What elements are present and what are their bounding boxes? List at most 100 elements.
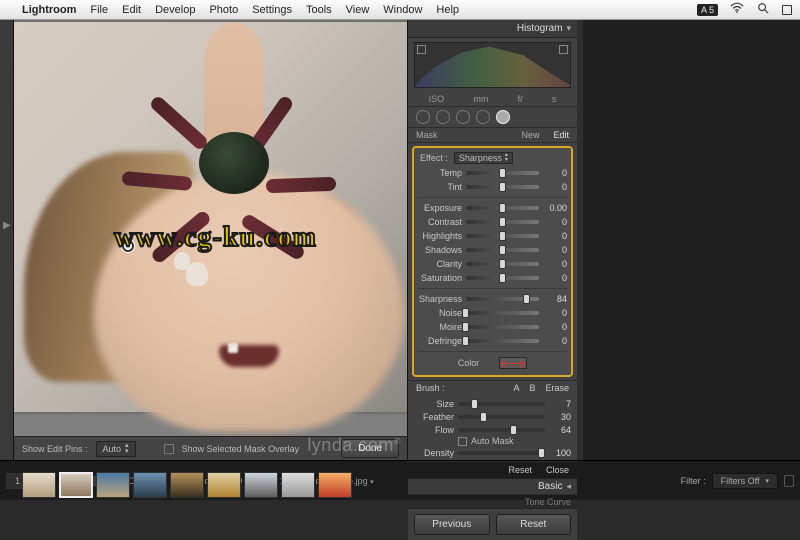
expand-left-icon[interactable]: ▶ xyxy=(3,220,11,231)
chevron-down-icon: ▾ xyxy=(765,477,769,485)
density-label: Density xyxy=(414,448,454,458)
density-slider[interactable] xyxy=(458,451,545,455)
thumbnail[interactable] xyxy=(281,472,315,498)
menu-edit[interactable]: Edit xyxy=(122,4,141,16)
slider-tint[interactable] xyxy=(466,185,539,189)
slider-value: 0 xyxy=(543,322,567,332)
mask-edit-button[interactable]: Edit xyxy=(553,130,569,140)
thumbnail[interactable] xyxy=(22,472,56,498)
chevron-updown-icon: ▴▾ xyxy=(125,443,129,455)
slider-defringe[interactable] xyxy=(466,339,539,343)
panel-reset-button[interactable]: Reset xyxy=(508,465,532,475)
brush-erase-button[interactable]: Erase xyxy=(545,383,569,393)
slider-moire[interactable] xyxy=(466,325,539,329)
slider-value: 0 xyxy=(543,182,567,192)
tool-gradient-icon[interactable] xyxy=(476,110,490,124)
previous-button[interactable]: Previous xyxy=(414,514,490,535)
menu-file[interactable]: File xyxy=(90,4,108,16)
tool-redeye-icon[interactable] xyxy=(456,110,470,124)
tool-brush-icon[interactable] xyxy=(496,110,510,124)
auto-mask-label: Auto Mask xyxy=(471,436,514,446)
spotlight-icon[interactable] xyxy=(756,2,770,17)
filter-lock-icon[interactable] xyxy=(784,475,794,487)
filter-select[interactable]: Filters Off ▾ xyxy=(712,473,778,489)
slider-value: 7 xyxy=(549,399,571,409)
basic-panel-header[interactable]: Basic ◂ xyxy=(408,478,577,494)
histogram-clip-left-icon[interactable] xyxy=(417,45,426,54)
slider-value: 0.00 xyxy=(543,203,567,213)
tool-spot-icon[interactable] xyxy=(436,110,450,124)
slider-noise[interactable] xyxy=(466,311,539,315)
slider-label: Tint xyxy=(418,182,462,192)
menu-photo[interactable]: Photo xyxy=(209,4,238,16)
slider-value: 0 xyxy=(543,168,567,178)
thumbnail[interactable] xyxy=(170,472,204,498)
slider-flow[interactable] xyxy=(458,428,545,432)
histogram-header[interactable]: Histogram ▾ xyxy=(408,20,577,38)
thumbnail[interactable] xyxy=(318,472,352,498)
slider-label: Highlights xyxy=(418,231,462,241)
mask-overlay-checkbox[interactable] xyxy=(164,444,174,454)
slider-contrast[interactable] xyxy=(466,220,539,224)
color-swatch[interactable] xyxy=(499,357,527,369)
density-value: 100 xyxy=(549,448,571,458)
menu-help[interactable]: Help xyxy=(436,4,459,16)
slider-size[interactable] xyxy=(458,402,545,406)
reset-button[interactable]: Reset xyxy=(496,514,572,535)
slider-sharpness[interactable] xyxy=(466,297,539,301)
slider-value: 84 xyxy=(543,294,567,304)
slider-value: 0 xyxy=(543,217,567,227)
adobe-badge-icon[interactable]: A 5 xyxy=(697,4,718,16)
auto-mask-checkbox[interactable] xyxy=(458,437,467,446)
brush-b-button[interactable]: B xyxy=(529,383,535,393)
slider-label: Moire xyxy=(418,322,462,332)
menu-develop[interactable]: Develop xyxy=(155,4,195,16)
histogram-clip-right-icon[interactable] xyxy=(559,45,568,54)
left-panel-collapsed[interactable]: ▶ xyxy=(0,20,14,460)
slider-exposure[interactable] xyxy=(466,206,539,210)
slider-value: 30 xyxy=(549,412,571,422)
histogram-readout: ISOmmf/s xyxy=(408,92,577,107)
show-edit-pins-select[interactable]: Auto ▴▾ xyxy=(96,441,136,457)
mask-new-button[interactable]: New xyxy=(521,130,539,140)
tone-curve-header[interactable]: Tone Curve xyxy=(408,494,577,508)
brush-a-button[interactable]: A xyxy=(513,383,519,393)
menu-settings[interactable]: Settings xyxy=(252,4,292,16)
slider-value: 64 xyxy=(549,425,571,435)
slider-saturation[interactable] xyxy=(466,276,539,280)
slider-clarity[interactable] xyxy=(466,262,539,266)
slider-value: 0 xyxy=(543,336,567,346)
thumbnail[interactable] xyxy=(244,472,278,498)
main-photo[interactable]: www.cg-ku.com xyxy=(14,22,407,412)
thumbnail[interactable] xyxy=(207,472,241,498)
app-name[interactable]: Lightroom xyxy=(22,4,76,16)
wifi-icon[interactable] xyxy=(730,2,744,17)
lynda-watermark: lynda.com® xyxy=(307,435,401,456)
slider-highlights[interactable] xyxy=(466,234,539,238)
tool-crop-icon[interactable] xyxy=(416,110,430,124)
show-edit-pins-value: Auto xyxy=(103,444,122,454)
histogram-graph[interactable] xyxy=(414,42,571,88)
slider-value: 0 xyxy=(543,259,567,269)
slider-shadows[interactable] xyxy=(466,248,539,252)
thumbnail[interactable] xyxy=(133,472,167,498)
menu-view[interactable]: View xyxy=(346,4,370,16)
right-scrollbar[interactable] xyxy=(577,20,583,460)
slider-temp[interactable] xyxy=(466,171,539,175)
thumbnail[interactable] xyxy=(96,472,130,498)
slider-label: Flow xyxy=(414,425,454,435)
chevron-updown-icon: ▴▾ xyxy=(505,153,508,163)
develop-right-panel: Histogram ▾ ISOmmf/s Mask xyxy=(407,20,577,460)
menubar-extra-icon[interactable] xyxy=(782,5,792,15)
menu-tools[interactable]: Tools xyxy=(306,4,332,16)
thumbnail-selected[interactable] xyxy=(59,472,93,498)
chevron-left-icon: ◂ xyxy=(566,481,571,492)
slider-label: Size xyxy=(414,399,454,409)
effect-value: Sharpness xyxy=(459,153,502,163)
panel-close-button[interactable]: Close xyxy=(546,465,569,475)
menu-window[interactable]: Window xyxy=(383,4,422,16)
brush-label: Brush : xyxy=(416,383,445,393)
filter-value: Filters Off xyxy=(721,476,760,486)
effect-select[interactable]: Sharpness ▴▾ xyxy=(454,152,513,164)
slider-feather[interactable] xyxy=(458,415,545,419)
